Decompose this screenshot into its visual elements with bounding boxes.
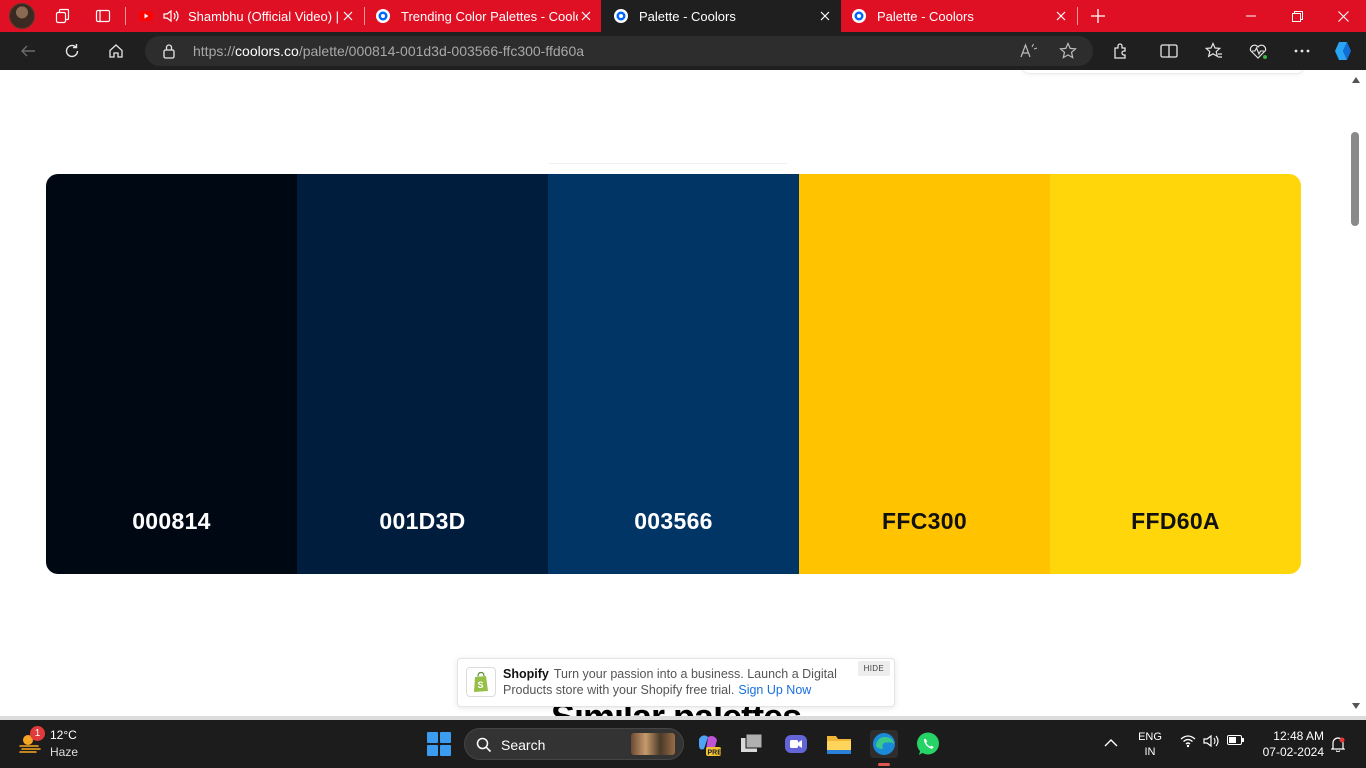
coolors-icon bbox=[852, 9, 866, 23]
more-menu-icon[interactable] bbox=[1290, 39, 1314, 63]
minimize-button[interactable] bbox=[1228, 0, 1274, 32]
search-label: Search bbox=[501, 737, 546, 753]
favorites-icon[interactable] bbox=[1202, 39, 1226, 63]
tab-title: Trending Color Palettes - Coolors bbox=[401, 8, 579, 24]
tab-title: Shambhu (Official Video) | A bbox=[188, 8, 338, 24]
tab-actions-icon[interactable] bbox=[93, 6, 113, 26]
hex-code[interactable]: 001D3D bbox=[297, 508, 548, 535]
scroll-up-icon[interactable] bbox=[1352, 77, 1360, 83]
url-text: https://coolors.co/palette/000814-001d3d… bbox=[193, 43, 585, 59]
read-aloud-icon[interactable] bbox=[1020, 43, 1038, 59]
restore-button[interactable] bbox=[1274, 0, 1320, 32]
divider bbox=[549, 163, 787, 164]
workspaces-icon[interactable] bbox=[53, 6, 73, 26]
scroll-down-icon[interactable] bbox=[1352, 703, 1360, 709]
color-swatch[interactable]: 003566 bbox=[548, 174, 799, 574]
address-bar[interactable]: https://coolors.co/palette/000814-001d3d… bbox=[145, 36, 1093, 66]
teams-meet-icon[interactable] bbox=[782, 730, 810, 758]
whatsapp-icon[interactable] bbox=[914, 730, 942, 758]
refresh-button[interactable] bbox=[60, 39, 84, 63]
back-button[interactable] bbox=[16, 39, 40, 63]
palette: 000814 001D3D 003566 FFC300 FFD60A bbox=[46, 174, 1301, 574]
color-swatch[interactable]: 001D3D bbox=[297, 174, 548, 574]
task-view-icon[interactable] bbox=[738, 730, 766, 758]
battery-icon[interactable] bbox=[1227, 734, 1245, 746]
weather-condition: Haze bbox=[50, 745, 79, 759]
windows-taskbar: 1 12°C Haze Search PRE ENG IN 12:48 AM 07-… bbox=[0, 720, 1366, 768]
svg-text:PRE: PRE bbox=[708, 750, 722, 757]
taskbar-search[interactable]: Search bbox=[464, 728, 684, 760]
tab-title: Palette - Coolors bbox=[877, 8, 974, 24]
browser-essentials-icon[interactable] bbox=[1246, 39, 1270, 63]
color-swatch[interactable]: 000814 bbox=[46, 174, 297, 574]
volume-icon[interactable] bbox=[1203, 734, 1219, 748]
svg-text:S: S bbox=[478, 680, 484, 690]
top-card-edge bbox=[1022, 70, 1304, 74]
tab-palette-2[interactable]: Palette - Coolors bbox=[841, 0, 1077, 32]
lock-icon[interactable] bbox=[162, 43, 176, 59]
ad-text: Shopify Turn your passion into a business… bbox=[503, 666, 853, 698]
profile-avatar[interactable] bbox=[9, 3, 35, 29]
split-screen-icon[interactable] bbox=[1157, 39, 1181, 63]
file-explorer-icon[interactable] bbox=[825, 730, 853, 758]
notification-badge: 1 bbox=[30, 726, 45, 741]
ad-cta-link[interactable]: Sign Up Now bbox=[738, 683, 811, 697]
hex-code[interactable]: 003566 bbox=[548, 508, 799, 535]
close-tab-icon[interactable] bbox=[578, 8, 593, 24]
hex-code[interactable]: FFC300 bbox=[799, 508, 1050, 535]
edge-browser-icon[interactable] bbox=[870, 730, 898, 758]
color-swatch[interactable]: FFD60A bbox=[1050, 174, 1301, 574]
new-tab-icon[interactable] bbox=[1088, 6, 1108, 26]
extensions-icon[interactable] bbox=[1109, 39, 1133, 63]
language-indicator[interactable]: ENG IN bbox=[1138, 730, 1162, 760]
coolors-icon bbox=[376, 9, 390, 23]
start-button[interactable] bbox=[427, 732, 451, 756]
youtube-icon bbox=[139, 11, 153, 21]
show-hidden-icons-chevron-icon[interactable] bbox=[1104, 738, 1118, 747]
close-tab-icon[interactable] bbox=[817, 8, 833, 24]
hex-code[interactable]: FFD60A bbox=[1050, 508, 1301, 535]
copilot-pre-app-icon[interactable]: PRE bbox=[694, 730, 722, 758]
search-highlight-image bbox=[631, 733, 675, 755]
tab-youtube[interactable]: Shambhu (Official Video) | A bbox=[126, 0, 364, 32]
coolors-icon bbox=[614, 9, 628, 23]
close-tab-icon[interactable] bbox=[1053, 8, 1069, 24]
shopify-ad-banner[interactable]: S Shopify Turn your passion into a busine… bbox=[457, 658, 895, 707]
browser-toolbar: https://coolors.co/palette/000814-001d3d… bbox=[0, 32, 1366, 70]
scrollbar-thumb[interactable] bbox=[1351, 132, 1359, 226]
home-button[interactable] bbox=[104, 39, 128, 63]
tab-trending-palettes[interactable]: Trending Color Palettes - Coolors bbox=[365, 0, 601, 32]
close-window-button[interactable] bbox=[1320, 0, 1366, 32]
tab-separator bbox=[1077, 7, 1078, 25]
favorite-star-icon[interactable] bbox=[1059, 42, 1077, 60]
hex-code[interactable]: 000814 bbox=[46, 508, 297, 535]
search-icon bbox=[476, 737, 492, 753]
page-viewport: 000814 001D3D 003566 FFC300 FFD60A Simil… bbox=[4, 70, 1347, 716]
hide-ad-button[interactable]: HIDE bbox=[857, 661, 890, 676]
wifi-icon[interactable] bbox=[1180, 734, 1196, 748]
vertical-scrollbar[interactable] bbox=[1347, 70, 1366, 716]
close-tab-icon[interactable] bbox=[340, 8, 356, 24]
tab-title: Palette - Coolors bbox=[639, 8, 736, 24]
ad-brand: Shopify bbox=[503, 667, 549, 681]
system-clock[interactable]: 12:48 AM 07-02-2024 bbox=[1256, 728, 1324, 760]
copilot-icon[interactable] bbox=[1331, 39, 1355, 63]
weather-temp: 12°C bbox=[50, 728, 77, 742]
shopify-logo-icon: S bbox=[466, 667, 496, 697]
speaker-icon[interactable] bbox=[162, 8, 180, 24]
tab-bar: Shambhu (Official Video) | A Trending Co… bbox=[0, 0, 1366, 32]
tab-palette-active[interactable]: Palette - Coolors bbox=[601, 0, 841, 32]
color-swatch[interactable]: FFC300 bbox=[799, 174, 1050, 574]
notifications-bell-icon[interactable] bbox=[1331, 736, 1345, 752]
active-app-indicator bbox=[878, 763, 890, 766]
